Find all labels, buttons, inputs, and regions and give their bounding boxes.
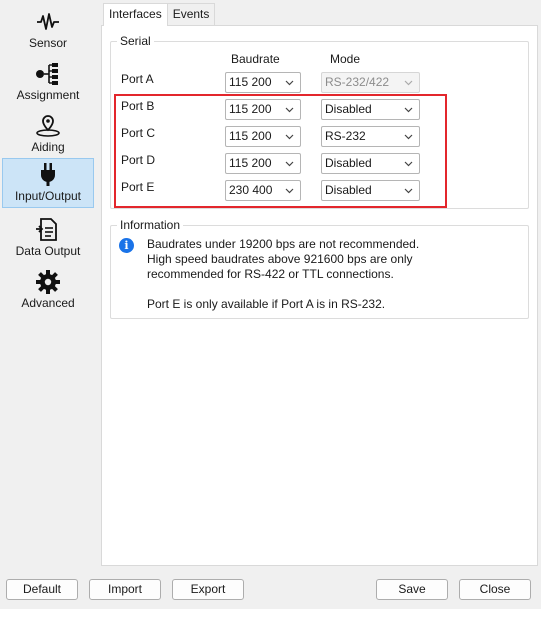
sidebar-item-assignment[interactable]: Assignment bbox=[2, 58, 94, 108]
info-line bbox=[147, 282, 419, 297]
port-b-mode-select[interactable]: Disabled bbox=[321, 99, 420, 120]
port-a-baudrate-select[interactable]: 115 200 bbox=[225, 72, 301, 93]
port-c-mode-select[interactable]: RS-232 bbox=[321, 126, 420, 147]
port-a-mode-value: RS-232/422 bbox=[325, 75, 390, 89]
serial-group-title: Serial bbox=[117, 33, 154, 49]
info-line: Port E is only available if Port A is in… bbox=[147, 297, 386, 311]
port-e-baudrate-value: 230 400 bbox=[229, 183, 273, 197]
tab-bar: Interfaces Events bbox=[103, 3, 216, 26]
chevron-down-icon bbox=[285, 161, 294, 167]
baudrate-column-header: Baudrate bbox=[231, 52, 280, 66]
plug-icon bbox=[35, 162, 61, 188]
port-b-baudrate-value: 115 200 bbox=[229, 102, 272, 116]
port-c-baudrate-value: 115 200 bbox=[229, 129, 272, 143]
sidebar-item-label: Assignment bbox=[16, 88, 80, 102]
port-e-mode-value: Disabled bbox=[325, 183, 372, 197]
port-d-mode-select[interactable]: Disabled bbox=[321, 153, 420, 174]
chevron-down-icon bbox=[285, 107, 294, 113]
chevron-down-icon bbox=[285, 188, 294, 194]
information-text: Baudrates under 19200 bps are not recomm… bbox=[147, 237, 419, 312]
chevron-down-icon bbox=[404, 161, 413, 167]
chevron-down-icon bbox=[404, 80, 413, 86]
sidebar: Sensor Assignment Aiding Input/Output Da… bbox=[0, 0, 96, 570]
chevron-down-icon bbox=[285, 80, 294, 86]
sidebar-item-sensor[interactable]: Sensor bbox=[2, 6, 94, 56]
info-line: Baudrates under 19200 bps are not recomm… bbox=[147, 237, 420, 251]
close-button[interactable]: Close bbox=[459, 579, 531, 600]
sidebar-item-label: Aiding bbox=[31, 140, 65, 154]
sidebar-item-input-output[interactable]: Input/Output bbox=[2, 158, 94, 208]
information-group-title: Information bbox=[117, 217, 184, 233]
port-b-baudrate-select[interactable]: 115 200 bbox=[225, 99, 301, 120]
port-b-label: Port B bbox=[121, 99, 155, 113]
chevron-down-icon bbox=[404, 134, 413, 140]
chevron-down-icon bbox=[404, 188, 413, 194]
port-d-baudrate-select[interactable]: 115 200 bbox=[225, 153, 301, 174]
sidebar-item-aiding[interactable]: Aiding bbox=[2, 110, 94, 160]
save-button[interactable]: Save bbox=[376, 579, 448, 600]
mode-column-header: Mode bbox=[330, 52, 361, 66]
port-a-mode-select: RS-232/422 bbox=[321, 72, 420, 93]
port-e-baudrate-select[interactable]: 230 400 bbox=[225, 180, 301, 201]
sidebar-item-data-output[interactable]: Data Output bbox=[2, 214, 94, 264]
port-c-baudrate-select[interactable]: 115 200 bbox=[225, 126, 301, 147]
tab-interfaces[interactable]: Interfaces bbox=[103, 3, 168, 26]
document-arrow-icon bbox=[35, 217, 61, 243]
information-group: Information i Baudrates under 19200 bps … bbox=[110, 217, 529, 319]
sidebar-item-label: Sensor bbox=[28, 36, 68, 50]
port-d-baudrate-value: 115 200 bbox=[229, 156, 272, 170]
port-a-baudrate-value: 115 200 bbox=[229, 75, 272, 89]
sidebar-item-label: Data Output bbox=[15, 244, 81, 258]
port-c-mode-value: RS-232 bbox=[325, 129, 366, 143]
import-button[interactable]: Import bbox=[89, 579, 161, 600]
info-line: High speed baudrates above 921600 bps ar… bbox=[147, 252, 413, 266]
signal-wave-icon bbox=[35, 9, 61, 35]
export-button[interactable]: Export bbox=[172, 579, 244, 600]
settings-window: Sensor Assignment Aiding Input/Output Da… bbox=[0, 0, 541, 609]
port-c-label: Port C bbox=[121, 126, 156, 140]
sidebar-item-label: Input/Output bbox=[14, 189, 82, 203]
info-icon: i bbox=[119, 238, 134, 253]
port-d-label: Port D bbox=[121, 153, 156, 167]
gear-icon bbox=[35, 269, 61, 295]
chevron-down-icon bbox=[285, 134, 294, 140]
port-e-label: Port E bbox=[121, 180, 155, 194]
sidebar-item-advanced[interactable]: Advanced bbox=[2, 266, 94, 316]
port-a-label: Port A bbox=[121, 72, 154, 86]
info-line: recommended for RS-422 or TTL connection… bbox=[147, 267, 394, 281]
chevron-down-icon bbox=[404, 107, 413, 113]
port-e-mode-select[interactable]: Disabled bbox=[321, 180, 420, 201]
map-pin-icon bbox=[35, 113, 61, 139]
serial-group: Serial Baudrate Mode Port A 115 200 RS-2… bbox=[110, 33, 529, 209]
interfaces-pane: Serial Baudrate Mode Port A 115 200 RS-2… bbox=[101, 25, 538, 566]
sidebar-item-label: Advanced bbox=[21, 296, 75, 310]
tab-events[interactable]: Events bbox=[166, 3, 216, 25]
default-button[interactable]: Default bbox=[6, 579, 78, 600]
tree-diagram-icon bbox=[35, 61, 61, 87]
port-b-mode-value: Disabled bbox=[325, 102, 372, 116]
port-d-mode-value: Disabled bbox=[325, 156, 372, 170]
